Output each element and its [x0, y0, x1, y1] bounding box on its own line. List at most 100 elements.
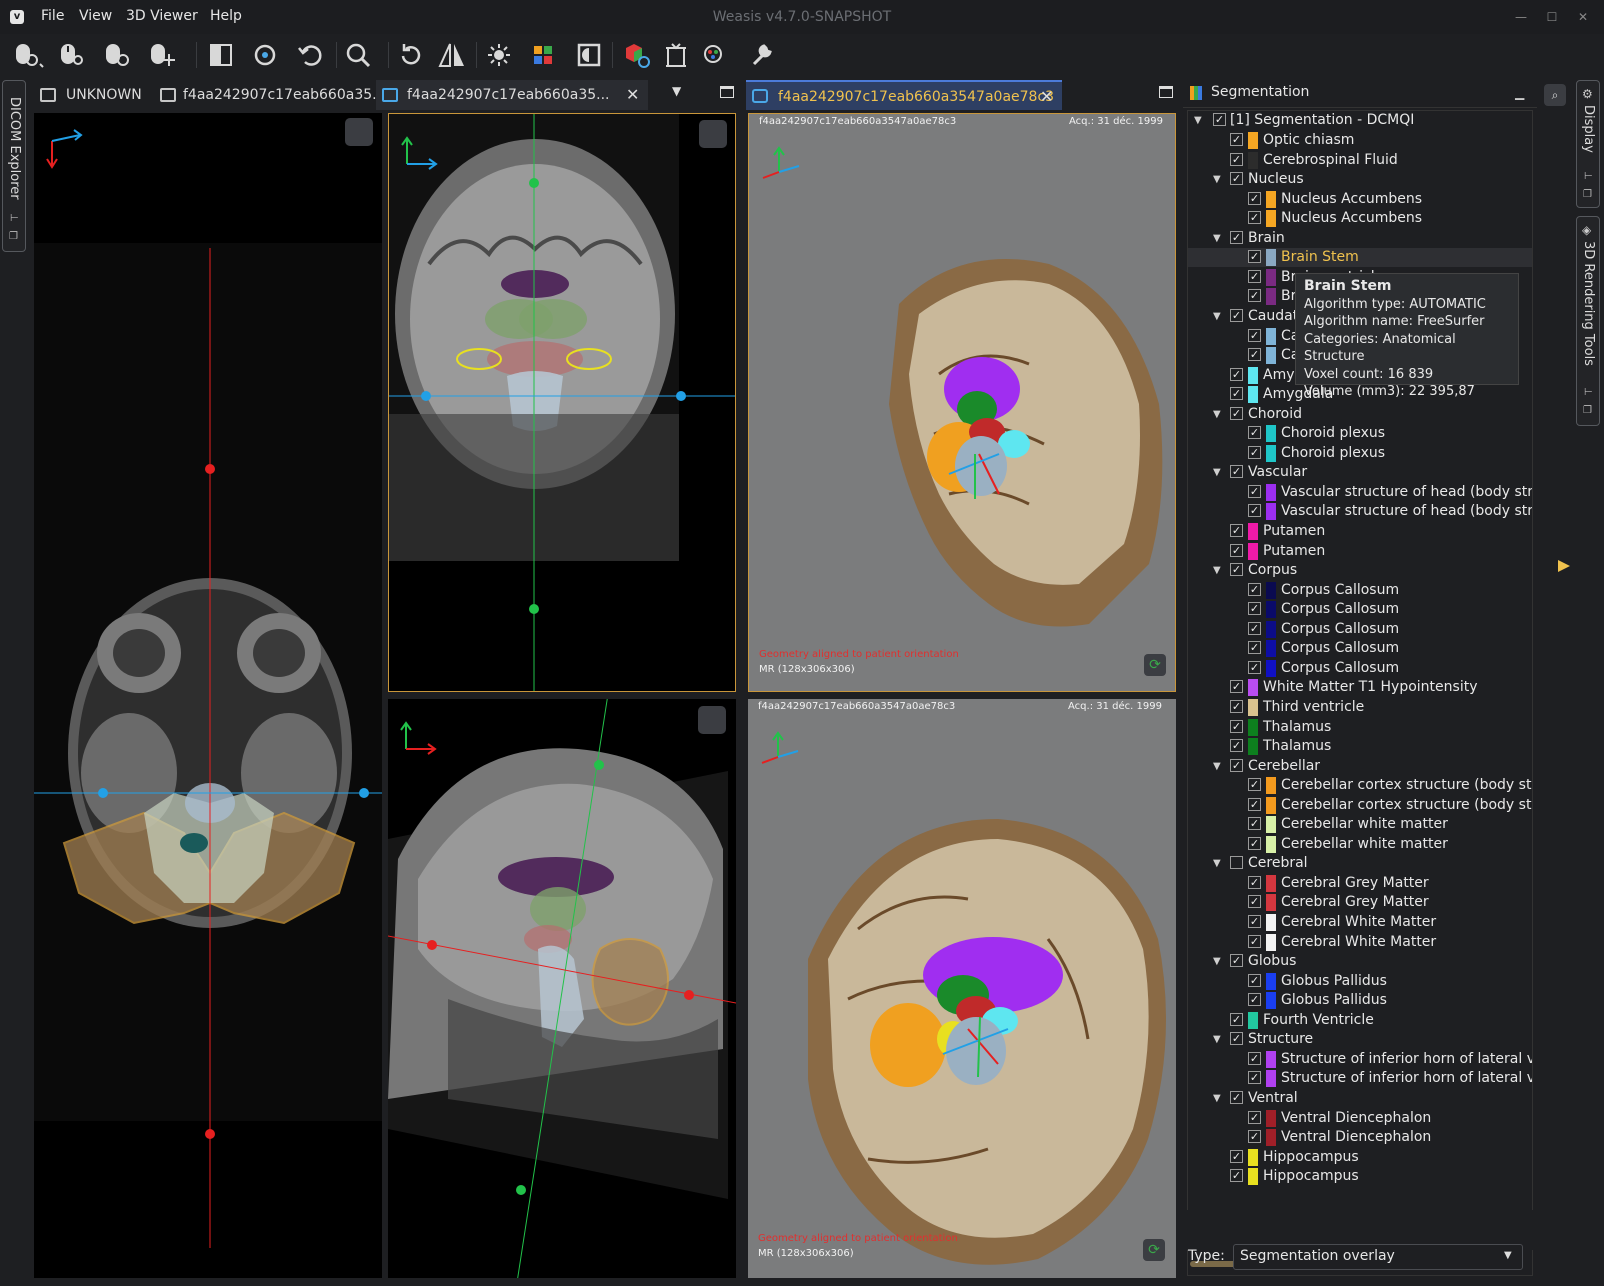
- volume-sync-icon[interactable]: [618, 38, 654, 72]
- visibility-checkbox[interactable]: ✓: [1248, 445, 1261, 459]
- tools-icon[interactable]: [744, 38, 780, 72]
- collapse-arrow-icon[interactable]: ▼: [1213, 854, 1221, 873]
- segment-item[interactable]: ✓ Corpus Callosum: [1188, 600, 1532, 619]
- refresh-render-icon[interactable]: ⟳: [1144, 654, 1166, 676]
- segment-group[interactable]: ▼ ✓ Structure: [1188, 1030, 1532, 1049]
- segment-item[interactable]: ✓ Thalamus: [1188, 737, 1532, 756]
- visibility-checkbox[interactable]: ✓: [1248, 1130, 1261, 1144]
- segment-item[interactable]: ✓ Putamen: [1188, 522, 1532, 541]
- restore-icon[interactable]: ❐: [9, 231, 18, 242]
- collapse-arrow-icon[interactable]: ▼: [1213, 757, 1221, 776]
- view-settings-icon[interactable]: [345, 118, 373, 146]
- visibility-checkbox[interactable]: ✓: [1230, 563, 1243, 577]
- segment-item[interactable]: ✓ Cerebral White Matter: [1188, 933, 1532, 952]
- visibility-checkbox[interactable]: ✓: [1248, 191, 1261, 205]
- 3d-view-bottom[interactable]: f4aa242907c17eab660a3547a0ae78c3 Acq.: 3…: [748, 699, 1176, 1278]
- segment-item[interactable]: ✓ Nucleus Accumbens: [1188, 190, 1532, 209]
- coronal-view[interactable]: [388, 113, 736, 692]
- scroll-indicator-icon[interactable]: [1558, 560, 1570, 572]
- dicom-explorer-tab[interactable]: DICOM Explorer ⊢ ❐: [2, 80, 26, 252]
- tab-series-1[interactable]: f4aa242907c17eab660a35...: [154, 80, 386, 110]
- visibility-checkbox[interactable]: ✓: [1230, 387, 1243, 401]
- invert-icon[interactable]: [572, 38, 608, 72]
- rotate-icon[interactable]: [394, 38, 430, 72]
- segment-item[interactable]: ✓ Ventral Diencephalon: [1188, 1128, 1532, 1147]
- visibility-checkbox[interactable]: ✓: [1248, 582, 1261, 596]
- collapse-arrow-icon[interactable]: ▼: [1213, 1089, 1221, 1108]
- segment-item[interactable]: ✓ Globus Pallidus: [1188, 991, 1532, 1010]
- visibility-checkbox[interactable]: ✓: [1248, 1071, 1261, 1085]
- visibility-checkbox[interactable]: ✓: [1230, 680, 1243, 694]
- display-tab[interactable]: ⚙ Display ⊢ ❐: [1576, 80, 1600, 208]
- segment-item[interactable]: ✓ Structure of inferior horn of lateral v…: [1188, 1069, 1532, 1088]
- tab-unknown[interactable]: UNKNOWN: [34, 80, 152, 110]
- segment-item[interactable]: ✓ Structure of inferior horn of lateral v…: [1188, 1050, 1532, 1069]
- segment-item[interactable]: ✓ Cerebellar white matter: [1188, 815, 1532, 834]
- visibility-checkbox[interactable]: ✓: [1248, 817, 1261, 831]
- segment-item[interactable]: ✓ Corpus Callosum: [1188, 639, 1532, 658]
- segment-item[interactable]: ✓ Corpus Callosum: [1188, 581, 1532, 600]
- visibility-checkbox[interactable]: ✓: [1248, 641, 1261, 655]
- visibility-checkbox[interactable]: ✓: [1248, 1110, 1261, 1124]
- visibility-checkbox[interactable]: ✓: [1248, 895, 1261, 909]
- segment-item[interactable]: ✓ Cerebellar white matter: [1188, 835, 1532, 854]
- visibility-checkbox[interactable]: ✓: [1230, 719, 1243, 733]
- search-icon[interactable]: ⌕: [1544, 84, 1566, 106]
- 3d-rendering-tools-tab[interactable]: ◈ 3D Rendering Tools ⊢ ❐: [1576, 216, 1600, 426]
- collapse-arrow-icon[interactable]: ▼: [1213, 463, 1221, 482]
- visibility-checkbox[interactable]: ✓: [1248, 778, 1261, 792]
- reset-icon[interactable]: [293, 38, 329, 72]
- segment-group[interactable]: ▼ ✓ Choroid: [1188, 405, 1532, 424]
- pin-icon[interactable]: ⊢: [1584, 171, 1593, 182]
- visibility-checkbox[interactable]: ✓: [1248, 348, 1261, 362]
- collapse-arrow-icon[interactable]: ▼: [1213, 229, 1221, 248]
- visibility-checkbox[interactable]: ✓: [1230, 739, 1243, 753]
- view-settings-icon[interactable]: [698, 706, 726, 734]
- visibility-checkbox[interactable]: ✓: [1248, 836, 1261, 850]
- visibility-checkbox[interactable]: ✓: [1248, 289, 1261, 303]
- segment-item[interactable]: ✓ Corpus Callosum: [1188, 620, 1532, 639]
- segment-item[interactable]: ✓ Thalamus: [1188, 718, 1532, 737]
- segment-item[interactable]: ✓ Cerebellar cortex structure (body struc…: [1188, 776, 1532, 795]
- segment-item[interactable]: ✓ Cerebral Grey Matter: [1188, 874, 1532, 893]
- visibility-checkbox[interactable]: ✓: [1248, 250, 1261, 264]
- visibility-checkbox[interactable]: ✓: [1248, 934, 1261, 948]
- visibility-checkbox[interactable]: ✓: [1248, 875, 1261, 889]
- segment-item[interactable]: ✓ Cerebral Grey Matter: [1188, 893, 1532, 912]
- collapse-arrow-icon[interactable]: ▼: [1213, 170, 1221, 189]
- pin-icon[interactable]: ⊢: [1584, 387, 1593, 398]
- 3d-view-top[interactable]: f4aa242907c17eab660a3547a0ae78c3 Acq.: 3…: [748, 113, 1176, 692]
- collapse-arrow-icon[interactable]: ▼: [1213, 405, 1221, 424]
- segment-item[interactable]: ✓ Cerebrospinal Fluid: [1188, 151, 1532, 170]
- collapse-arrow-icon[interactable]: ▼: [1213, 952, 1221, 971]
- segment-item[interactable]: ✓ Globus Pallidus: [1188, 972, 1532, 991]
- segment-group[interactable]: ▼ ✓ Brain: [1188, 229, 1532, 248]
- visibility-checkbox[interactable]: ✓: [1230, 465, 1243, 479]
- visibility-checkbox[interactable]: ✓: [1230, 1012, 1243, 1026]
- visibility-checkbox[interactable]: ✓: [1230, 308, 1243, 322]
- mouse-wheel-action-icon[interactable]: [145, 38, 181, 72]
- segment-item[interactable]: ✓ Third ventricle: [1188, 698, 1532, 717]
- segment-item[interactable]: ✓ Putamen: [1188, 542, 1532, 561]
- overlay-type-select[interactable]: Segmentation overlay ▼: [1233, 1244, 1523, 1270]
- axial-view[interactable]: [34, 113, 382, 1278]
- collapse-arrow-icon[interactable]: ▼: [1194, 111, 1202, 130]
- collapse-arrow-icon[interactable]: ▼: [1213, 561, 1221, 580]
- sagittal-view[interactable]: [388, 699, 736, 1278]
- visibility-checkbox[interactable]: ✓: [1213, 113, 1226, 126]
- segment-item[interactable]: ✓ Brain Stem: [1188, 248, 1532, 268]
- visibility-checkbox[interactable]: ✓: [1248, 426, 1261, 440]
- visibility-checkbox[interactable]: ✓: [1248, 621, 1261, 635]
- lut-icon[interactable]: [526, 38, 562, 72]
- segment-item[interactable]: ✓ Choroid plexus: [1188, 424, 1532, 443]
- visibility-checkbox[interactable]: ✓: [1230, 152, 1243, 166]
- segment-item[interactable]: ✓ Corpus Callosum: [1188, 659, 1532, 678]
- visibility-checkbox[interactable]: ✓: [1230, 172, 1243, 186]
- minimize-icon[interactable]: —: [1513, 9, 1529, 25]
- tab-series-2[interactable]: f4aa242907c17eab660a35... ✕: [376, 80, 648, 110]
- segment-item[interactable]: ✓ Ventral Diencephalon: [1188, 1109, 1532, 1128]
- visibility-checkbox[interactable]: ✓: [1248, 660, 1261, 674]
- zoom-icon[interactable]: [341, 38, 377, 72]
- visibility-checkbox[interactable]: ✓: [1230, 1090, 1243, 1104]
- visibility-checkbox[interactable]: ✓: [1248, 484, 1261, 498]
